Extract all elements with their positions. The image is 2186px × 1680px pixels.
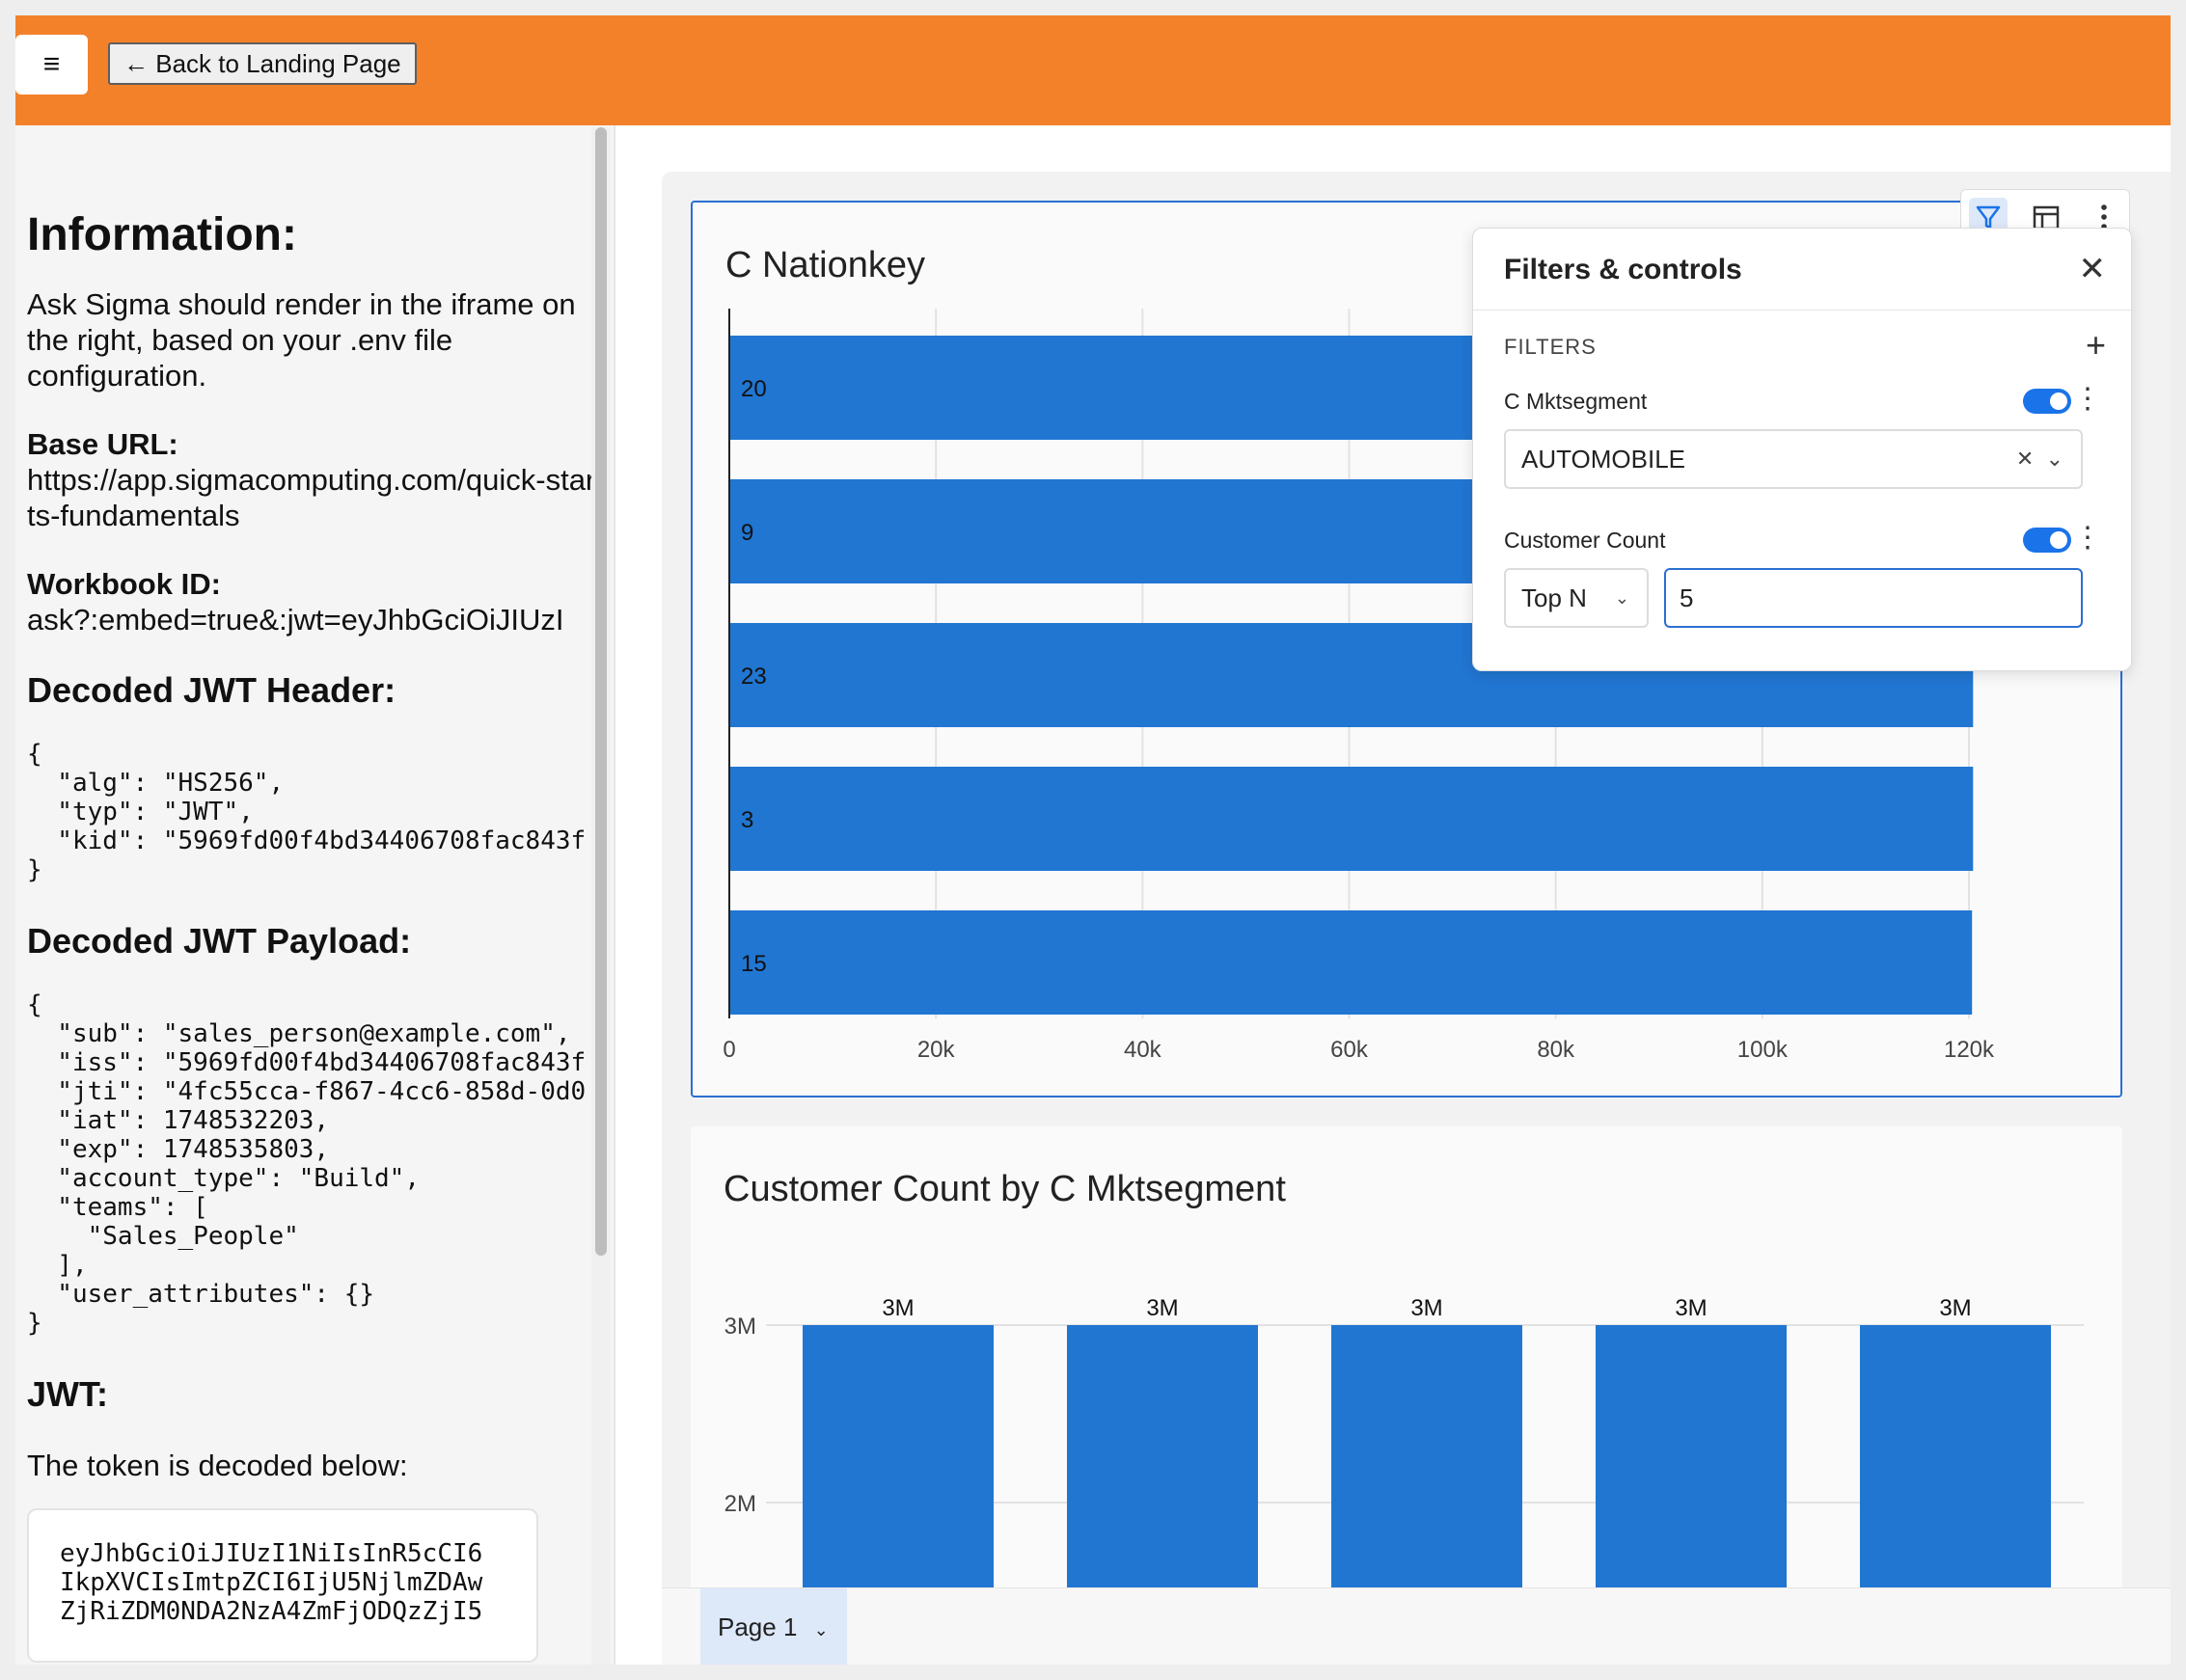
jwt-title: JWT: [27, 1374, 108, 1414]
x-tick-label: 40k [1124, 1037, 1162, 1063]
info-title: Information: [27, 209, 297, 260]
workbook-id-value: ask?:embed=true&:jwt=eyJhbGciOiJIUzI [27, 603, 564, 637]
filter-toggle-customer-count[interactable] [2023, 528, 2071, 553]
base-url-label: Base URL: [27, 427, 178, 461]
y-category-label: 23 [741, 664, 767, 690]
x-tick-label: 60k [1330, 1037, 1369, 1063]
hamburger-icon[interactable]: ≡ [15, 35, 88, 95]
y-tick-label: 2M [724, 1491, 756, 1517]
jwt-token-box: eyJhbGciOiJIUzI1NiIsInR5cCI6 IkpXVCIsImt… [27, 1508, 538, 1663]
mktsegment-value: AUTOMOBILE [1521, 445, 1686, 474]
back-to-landing-button[interactable]: ← Back to Landing Page [108, 42, 417, 85]
topn-mode-value: Top N [1521, 583, 1587, 612]
info-panel: Information: Ask Sigma should render in … [15, 125, 614, 1665]
jwt-description: The token is decoded below: [27, 1449, 408, 1482]
bar [729, 910, 1973, 1015]
info-scrollbar[interactable] [591, 127, 611, 1665]
mktsegment-chart-card[interactable]: Customer Count by C Mktsegment 3M 2M 3M 3M… [691, 1126, 2122, 1665]
filters-section-label: FILTERS [1504, 335, 1597, 359]
jwt-header-title: Decoded JWT Header: [27, 670, 396, 710]
chevron-down-icon: ⌄ [1614, 588, 1629, 608]
panel-divider [614, 125, 615, 1665]
page-tab-bar: Page 1 ⌄ [662, 1587, 2171, 1665]
data-label: 3M [1410, 1295, 1442, 1321]
page-tab[interactable]: Page 1 ⌄ [700, 1588, 847, 1665]
data-label: 3M [882, 1295, 914, 1321]
add-filter-icon[interactable]: + [2086, 325, 2106, 366]
data-label: 3M [1939, 1295, 1971, 1321]
filter-menu-icon[interactable]: ⋮ [2073, 524, 2102, 553]
clear-chevron-icons[interactable]: ✕ ⌄ [2016, 431, 2063, 487]
filters-controls-panel: Filters & controls ✕ FILTERS + C Mktsegm… [1472, 228, 2132, 671]
browser-viewport: ≡ ← Back to Landing Page Information: As… [15, 15, 2171, 1665]
filter-menu-icon[interactable]: ⋮ [2073, 385, 2102, 414]
topn-mode-select[interactable]: Top N ⌄ [1504, 568, 1649, 628]
bar [729, 767, 1974, 871]
close-icon[interactable]: ✕ [2079, 250, 2107, 288]
data-label: 3M [1675, 1295, 1707, 1321]
jwt-payload-title: Decoded JWT Payload: [27, 921, 412, 961]
page-tab-label: Page 1 [718, 1612, 798, 1641]
jwt-payload-json: { "sub": "sales_person@example.com", "is… [27, 990, 587, 1338]
y-category-label: 15 [741, 951, 767, 977]
scrollbar-thumb[interactable] [595, 127, 607, 1256]
workbook-id-label: Workbook ID: [27, 567, 221, 601]
y-category-label: 20 [741, 376, 767, 402]
jwt-header-json: { "alg": "HS256", "typ": "JWT", "kid": "… [27, 740, 587, 884]
x-tick-label: 0 [723, 1037, 735, 1063]
filter-toggle-mktsegment[interactable] [2023, 389, 2071, 414]
base-url-value: https://app.sigmacomputing.com/quick-sta… [27, 463, 596, 532]
x-tick-label: 20k [917, 1037, 956, 1063]
filter-label-customer-count: Customer Count [1504, 528, 1666, 553]
x-tick-label: 120k [1944, 1037, 1995, 1063]
x-tick-label: 100k [1737, 1037, 1789, 1063]
filters-panel-title: Filters & controls [1504, 254, 1742, 285]
y-category-label: 3 [741, 807, 753, 833]
mktsegment-select[interactable]: AUTOMOBILE ✕ ⌄ [1504, 429, 2083, 489]
data-label: 3M [1146, 1295, 1178, 1321]
panel-divider [1473, 310, 2131, 311]
y-category-label: 9 [741, 520, 753, 546]
topn-value-input[interactable]: 5 [1664, 568, 2083, 628]
info-intro: Ask Sigma should render in the iframe on… [27, 287, 576, 393]
jwt-token: eyJhbGciOiJIUzI1NiIsInR5cCI6 IkpXVCIsImt… [60, 1539, 483, 1626]
top-bar: ≡ ← Back to Landing Page [15, 15, 2171, 125]
filter-label-mktsegment: C Mktsegment [1504, 389, 1648, 414]
x-tick-label: 80k [1537, 1037, 1575, 1063]
y-tick-label: 3M [724, 1314, 756, 1340]
mktsegment-bar-chart: 3M 2M 3M 3M 3M 3M 3M [724, 1295, 2084, 1665]
chevron-down-icon: ⌄ [813, 1620, 829, 1639]
